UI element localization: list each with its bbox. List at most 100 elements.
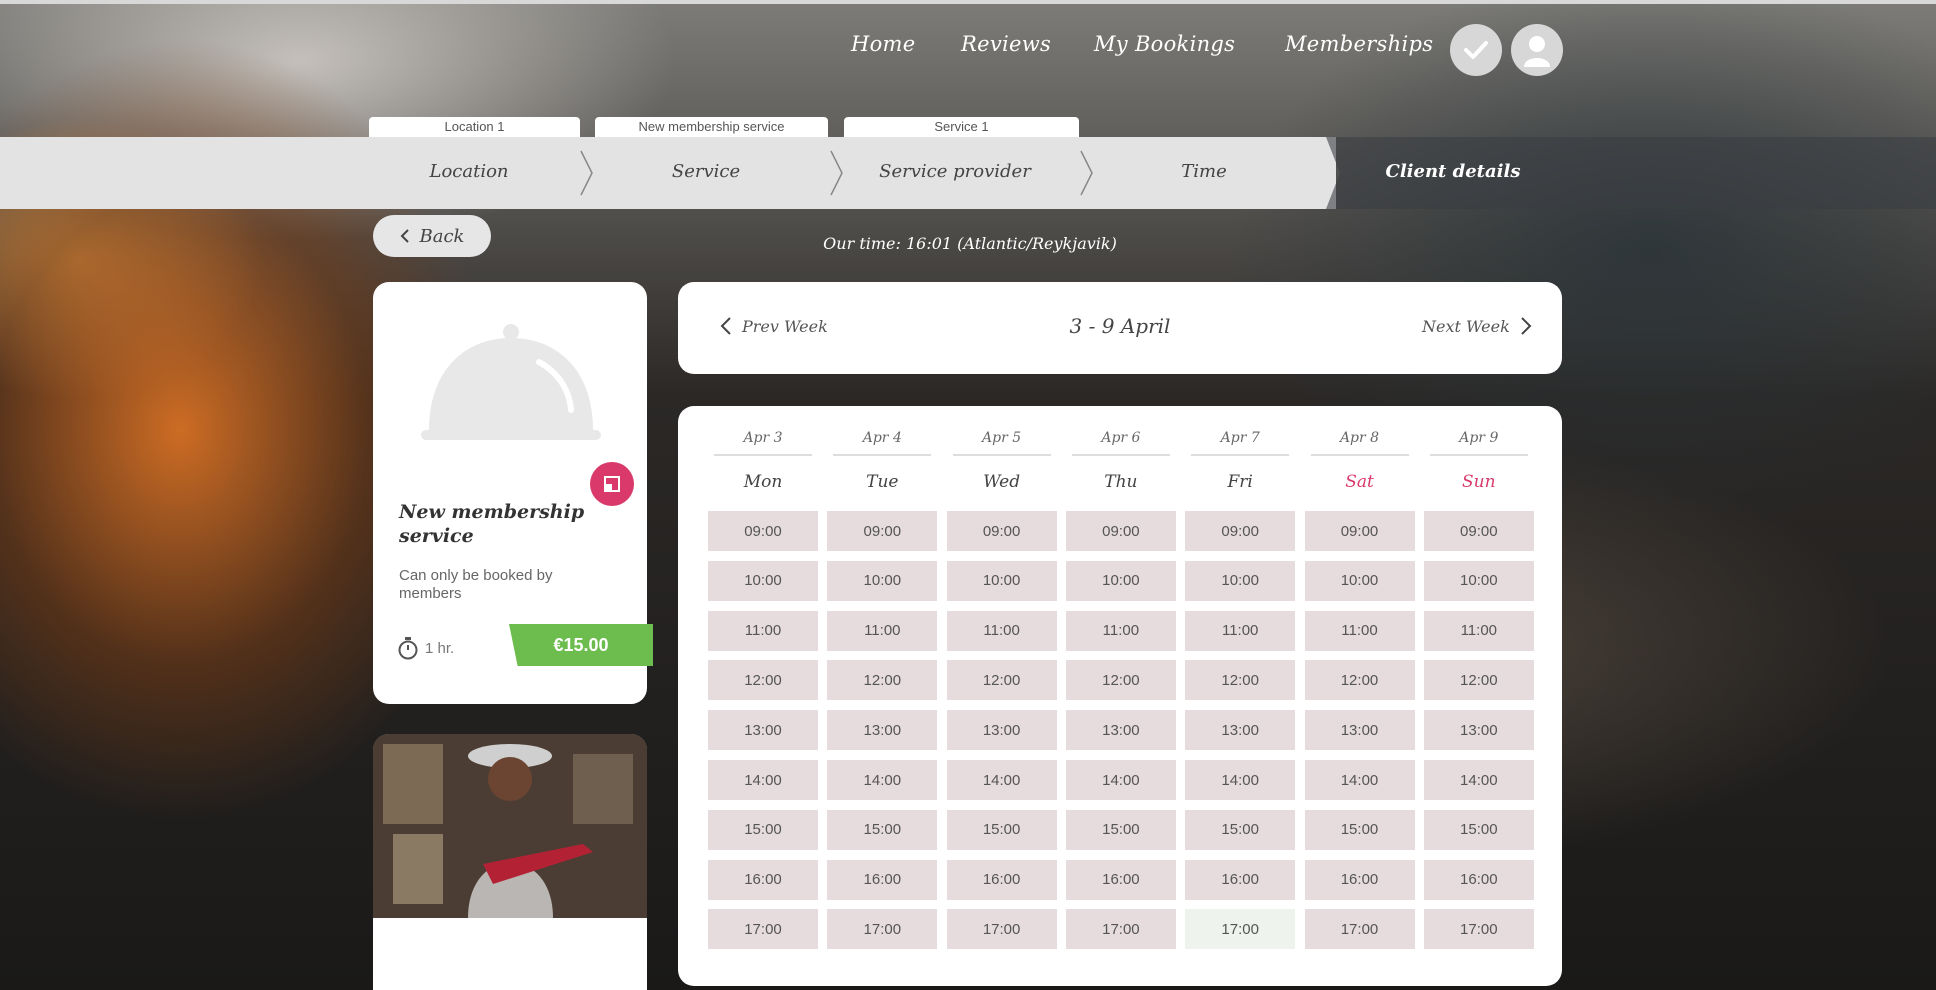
time-slot[interactable]: 12:00 (1185, 660, 1296, 701)
time-slot[interactable]: 17:00 (946, 909, 1057, 950)
time-slot[interactable]: 13:00 (1423, 710, 1534, 751)
time-slot[interactable]: 12:00 (1304, 660, 1415, 701)
time-slot[interactable]: 17:00 (1185, 909, 1296, 950)
time-slot[interactable]: 10:00 (946, 560, 1057, 601)
top-border (0, 0, 1936, 4)
time-slot[interactable]: 16:00 (827, 859, 938, 900)
time-slot[interactable]: 13:00 (1304, 710, 1415, 751)
time-slot[interactable]: 15:00 (1185, 809, 1296, 850)
time-slot[interactable]: 15:00 (946, 809, 1057, 850)
time-slot[interactable]: 15:00 (827, 809, 938, 850)
time-slot[interactable]: 12:00 (1065, 660, 1176, 701)
prev-week-button[interactable]: Prev Week (720, 316, 828, 336)
time-slot[interactable]: 12:00 (1423, 660, 1534, 701)
time-slot[interactable]: 10:00 (1065, 560, 1176, 601)
time-slot[interactable]: 09:00 (1304, 511, 1415, 551)
prev-week-label: Prev Week (742, 316, 828, 336)
time-slot[interactable]: 13:00 (708, 710, 818, 751)
time-slot[interactable]: 14:00 (1423, 760, 1534, 800)
check-button[interactable] (1450, 24, 1502, 76)
time-slot[interactable]: 11:00 (1423, 610, 1534, 651)
day-name: Thu (1104, 472, 1138, 492)
time-slot[interactable]: 09:00 (1185, 511, 1296, 551)
day-name: Wed (983, 472, 1021, 492)
breadcrumb-provider[interactable]: Service 1 (844, 117, 1079, 137)
user-avatar-button[interactable] (1511, 24, 1563, 76)
time-slot[interactable]: 16:00 (1185, 859, 1296, 900)
day-date: Apr 5 (952, 430, 1051, 456)
time-slot[interactable]: 14:00 (1304, 760, 1415, 800)
time-slot[interactable]: 17:00 (1304, 909, 1415, 950)
nav-home[interactable]: Home (851, 32, 916, 56)
day-name: Sat (1345, 472, 1374, 492)
time-slot[interactable]: 11:00 (708, 610, 818, 651)
time-slot[interactable]: 16:00 (1304, 859, 1415, 900)
time-slot[interactable]: 12:00 (946, 660, 1057, 701)
time-slot[interactable]: 13:00 (1065, 710, 1176, 751)
time-slot[interactable]: 17:00 (708, 909, 818, 950)
time-slot[interactable]: 15:00 (708, 809, 818, 850)
day-name: Tue (866, 472, 899, 492)
step-time[interactable]: Time (1094, 161, 1314, 182)
time-slot[interactable]: 14:00 (946, 760, 1057, 800)
time-slot[interactable]: 14:00 (708, 760, 818, 800)
step-client-details[interactable]: Client details (1343, 161, 1563, 182)
time-slot[interactable]: 14:00 (1065, 760, 1176, 800)
time-slot[interactable]: 17:00 (1423, 909, 1534, 950)
time-slot[interactable]: 09:00 (1065, 511, 1176, 551)
time-slot[interactable]: 12:00 (827, 660, 938, 701)
time-slot[interactable]: 15:00 (1065, 809, 1176, 850)
time-slot[interactable]: 16:00 (1423, 859, 1534, 900)
duration-label: 1 hr. (425, 639, 455, 657)
time-slot[interactable]: 11:00 (946, 610, 1057, 651)
time-slot[interactable]: 15:00 (1423, 809, 1534, 850)
time-slot[interactable]: 14:00 (1185, 760, 1296, 800)
user-icon (1524, 36, 1550, 67)
step-service-provider[interactable]: Service provider (845, 161, 1065, 182)
back-button[interactable]: Back (373, 215, 491, 257)
time-slot[interactable]: 13:00 (827, 710, 938, 751)
service-description: Can only be booked by members (399, 567, 553, 602)
time-slot[interactable]: 09:00 (708, 511, 818, 551)
time-slot[interactable]: 10:00 (708, 560, 818, 601)
time-slot[interactable]: 09:00 (1423, 511, 1534, 551)
breadcrumb-service[interactable]: New membership service (595, 117, 828, 137)
nav-reviews[interactable]: Reviews (961, 32, 1051, 56)
time-slot[interactable]: 09:00 (946, 511, 1057, 551)
time-slot[interactable]: 16:00 (1065, 859, 1176, 900)
breadcrumb-location[interactable]: Location 1 (369, 117, 580, 137)
day-date: Apr 8 (1310, 430, 1409, 456)
time-slot[interactable]: 09:00 (827, 511, 938, 551)
time-slot[interactable]: 13:00 (946, 710, 1057, 751)
time-slot[interactable]: 15:00 (1304, 809, 1415, 850)
time-slot[interactable]: 11:00 (1304, 610, 1415, 651)
time-slot[interactable]: 14:00 (827, 760, 938, 800)
cloche-icon (421, 324, 601, 440)
time-slot[interactable]: 16:00 (708, 859, 818, 900)
day-date: Apr 7 (1191, 430, 1290, 456)
time-slot[interactable]: 10:00 (827, 560, 938, 601)
step-service[interactable]: Service (596, 161, 816, 182)
nav-memberships[interactable]: Memberships (1285, 32, 1433, 56)
price-tag: €15.00 (509, 624, 653, 666)
nav-my-bookings[interactable]: My Bookings (1094, 32, 1235, 56)
next-week-button[interactable]: Next Week (1422, 316, 1532, 336)
time-slot[interactable]: 12:00 (708, 660, 818, 701)
time-slot[interactable]: 17:00 (827, 909, 938, 950)
day-date: Apr 6 (1071, 430, 1170, 456)
step-location[interactable]: Location (359, 161, 579, 182)
time-slot[interactable]: 11:00 (1065, 610, 1176, 651)
provider-card[interactable] (373, 734, 647, 990)
chevron-right-icon (1521, 317, 1532, 335)
time-slot[interactable]: 10:00 (1423, 560, 1534, 601)
time-slot[interactable]: 11:00 (827, 610, 938, 651)
day-date: Apr 4 (833, 430, 932, 456)
time-slot[interactable]: 16:00 (946, 859, 1057, 900)
time-slot[interactable]: 13:00 (1185, 710, 1296, 751)
service-card: New membership service Can only be booke… (373, 282, 653, 704)
day-name: Mon (743, 472, 783, 492)
time-slot[interactable]: 11:00 (1185, 610, 1296, 651)
time-slot[interactable]: 17:00 (1065, 909, 1176, 950)
time-slot[interactable]: 10:00 (1185, 560, 1296, 601)
time-slot[interactable]: 10:00 (1304, 560, 1415, 601)
